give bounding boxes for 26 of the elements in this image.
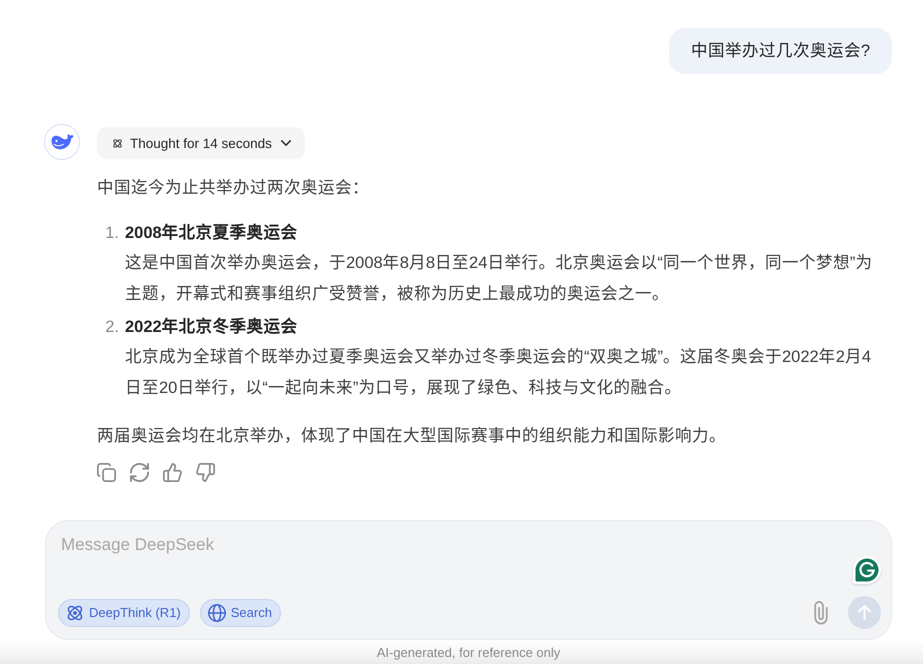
list-number: 1. bbox=[105, 223, 120, 244]
mode-toggle[interactable]: DeepThink (R1) bbox=[58, 598, 190, 626]
intro-text: 中国迄今为止共举办过两次奥运会： bbox=[97, 178, 370, 199]
copy-icon[interactable] bbox=[97, 463, 116, 482]
mode-toggle[interactable]: Search bbox=[200, 598, 281, 626]
thought-toggle[interactable]: Thought for 14 seconds bbox=[97, 127, 305, 159]
list-heading: 2022年北京冬季奥运会 bbox=[125, 316, 298, 338]
whale-avatar-icon bbox=[44, 124, 80, 160]
regenerate-icon[interactable] bbox=[130, 463, 149, 482]
thumbs-up-icon[interactable] bbox=[163, 463, 182, 482]
paperclip-icon[interactable] bbox=[813, 600, 829, 625]
arrow-up-icon bbox=[858, 605, 871, 620]
message-composer[interactable]: Message DeepSeek DeepThink (R1) Search bbox=[45, 520, 892, 640]
list-text: 北京成为全球首个既举办过夏季奥运会又举办过冬季奥运会的“双奥之城”。这届冬奥会于2022年2月4日至20日举行，以“一起向未来”为口号，展现了绿色、科技与文化的融合。 bbox=[125, 346, 872, 398]
user-message-bubble: 中国举办过几次奥运会? bbox=[668, 28, 892, 74]
conclusion-text: 两届奥运会均在北京举办，体现了中国在大型国际赛事中的组织能力和国际影响力。 bbox=[97, 426, 727, 447]
message-input[interactable]: Message DeepSeek bbox=[58, 532, 764, 596]
thumbs-down-icon[interactable] bbox=[196, 463, 215, 482]
disclaimer-text: AI-generated, for reference only bbox=[376, 644, 560, 660]
list-heading: 2008年北京夏季奥运会 bbox=[125, 222, 298, 244]
list-text: 这是中国首次举办奥运会，于2008年8月8日至24日举行。北京奥运会以“同一个世界，同一个梦想”为主题，开幕式和赛事组织广受赞誉，被称为历史上最成功的奥运会之一。 bbox=[125, 252, 874, 304]
list-number: 2. bbox=[105, 317, 120, 338]
globe-icon bbox=[208, 604, 226, 622]
atom-icon bbox=[66, 604, 84, 622]
g-badge-icon[interactable] bbox=[852, 555, 882, 585]
atom-icon bbox=[112, 138, 123, 148]
